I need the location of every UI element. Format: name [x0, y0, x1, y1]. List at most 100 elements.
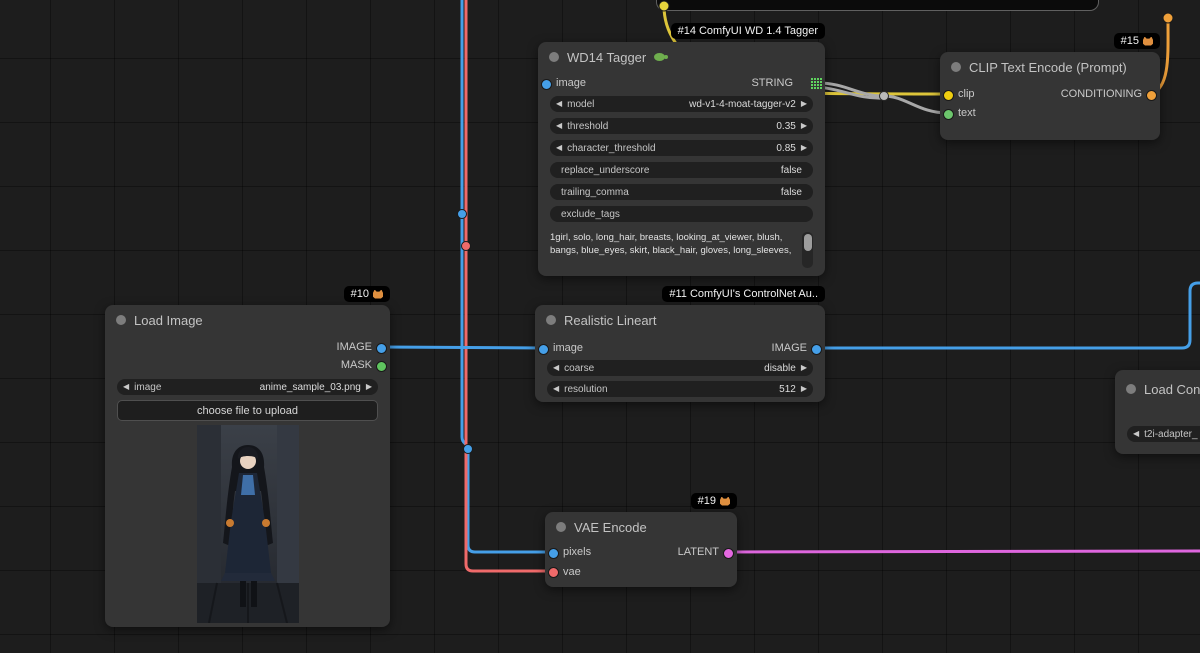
port-row: clip CONDITIONING	[940, 84, 1160, 104]
collapse-dot-icon[interactable]	[116, 315, 126, 325]
widget-value: t2i-adapter_	[1144, 428, 1198, 440]
wire-string-to-text	[883, 94, 949, 115]
output-slot-image[interactable]	[811, 343, 822, 355]
input-slot-vae[interactable]	[548, 567, 559, 578]
arrow-right-icon[interactable]: ▶	[801, 100, 807, 108]
widget-label: image	[134, 381, 162, 393]
scrollbar[interactable]	[802, 232, 813, 268]
badge-text: #14 ComfyUI WD 1.4 Tagger	[677, 25, 818, 37]
arrow-right-icon[interactable]: ▶	[801, 364, 807, 372]
output-label: MASK	[340, 359, 372, 371]
node-badge: #10	[343, 286, 390, 302]
output-label: STRING	[751, 77, 793, 89]
widget-label: trailing_comma	[561, 186, 629, 198]
arrow-left-icon[interactable]: ◀	[553, 385, 559, 393]
widget-value: false	[780, 186, 802, 198]
widget-value: 512	[779, 383, 796, 395]
input-slot-pixels[interactable]	[548, 547, 559, 559]
collapse-dot-icon[interactable]	[549, 52, 559, 62]
output-label: LATENT	[677, 546, 719, 558]
port-row: MASK	[105, 356, 390, 374]
arrow-right-icon[interactable]: ▶	[366, 383, 372, 391]
widget-value: anime_sample_03.png	[259, 381, 361, 393]
node-graph-canvas[interactable]: #14 ComfyUI WD 1.4 Tagger WD14 Tagger im…	[0, 0, 1200, 653]
input-label: image	[556, 77, 586, 89]
wire-loadimage-to-lineart	[382, 345, 544, 350]
widget-value: disable	[764, 362, 796, 374]
node-header[interactable]: Realistic Lineart	[535, 305, 825, 335]
widget-character-threshold[interactable]: ◀ character_threshold 0.85 ▶	[550, 140, 813, 156]
output-label: IMAGE	[336, 341, 372, 353]
offscreen-node-bottom[interactable]	[656, 0, 1099, 11]
output-slot-image[interactable]	[376, 342, 387, 354]
node-load-image[interactable]: #10 Load Image IMAGE MASK ◀ image anime_…	[105, 286, 390, 627]
port-row: image STRING	[538, 72, 825, 94]
arrow-left-icon[interactable]: ◀	[553, 364, 559, 372]
collapse-dot-icon[interactable]	[951, 62, 961, 72]
badge-text: #10	[350, 288, 369, 300]
widget-value: 0.85	[776, 142, 796, 154]
node-clip-text-encode[interactable]: #15 CLIP Text Encode (Prompt) clip CONDI…	[940, 33, 1160, 140]
output-slot-latent[interactable]	[723, 547, 734, 559]
collapse-dot-icon[interactable]	[1126, 384, 1136, 394]
node-header[interactable]: VAE Encode	[545, 512, 737, 542]
node-title: VAE Encode	[574, 519, 647, 535]
widget-replace-underscore[interactable]: replace_underscore false	[550, 162, 813, 178]
input-slot-clip[interactable]	[943, 89, 954, 101]
arrow-left-icon[interactable]: ◀	[123, 383, 129, 391]
node-realistic-lineart[interactable]: #11 ComfyUI's ControlNet Au.. Realistic …	[535, 286, 825, 402]
badge-text: #19	[697, 495, 716, 507]
output-slot-conditioning[interactable]	[1146, 89, 1157, 101]
arrow-left-icon[interactable]: ◀	[556, 100, 562, 108]
widget-coarse[interactable]: ◀ coarse disable ▶	[547, 360, 813, 376]
anime-image-placeholder	[196, 425, 299, 624]
node-header[interactable]: WD14 Tagger	[538, 42, 825, 72]
widget-exclude-tags[interactable]: exclude_tags	[550, 206, 813, 222]
input-label: text	[958, 107, 976, 119]
node-header[interactable]: Load Cont	[1115, 370, 1200, 404]
collapse-dot-icon[interactable]	[556, 522, 566, 532]
tags-output-text: 1girl, solo, long_hair, breasts, looking…	[550, 232, 813, 268]
widget-trailing-comma[interactable]: trailing_comma false	[550, 184, 813, 200]
node-load-controlnet[interactable]: Load Cont ◀ t2i-adapter_	[1115, 370, 1200, 454]
widget-value: wd-v1-4-moat-tagger-v2	[689, 98, 796, 110]
arrow-left-icon[interactable]: ◀	[556, 122, 562, 130]
widget-value: 0.35	[776, 120, 796, 132]
widget-label: threshold	[567, 120, 609, 132]
wire-latent	[729, 549, 1200, 554]
cat-icon	[720, 496, 730, 506]
arrow-right-icon[interactable]: ▶	[801, 385, 807, 393]
node-header[interactable]: CLIP Text Encode (Prompt)	[940, 52, 1160, 82]
widget-value: false	[780, 164, 802, 176]
collapse-dot-icon[interactable]	[546, 315, 556, 325]
string-grid-output-icon[interactable]	[811, 77, 822, 89]
node-header[interactable]: Load Image	[105, 305, 390, 335]
node-title: WD14 Tagger	[567, 49, 647, 65]
node-title: Load Cont	[1144, 381, 1200, 397]
turtle-icon	[654, 53, 669, 61]
choose-file-button[interactable]: choose file to upload	[117, 400, 378, 421]
output-slot-mask[interactable]	[376, 360, 387, 372]
widget-controlnet-model[interactable]: ◀ t2i-adapter_	[1127, 426, 1200, 442]
widget-image-file[interactable]: ◀ image anime_sample_03.png ▶	[117, 379, 378, 395]
node-badge: #14 ComfyUI WD 1.4 Tagger	[670, 23, 825, 39]
input-label: image	[553, 342, 583, 354]
scrollbar-thumb[interactable]	[803, 234, 812, 251]
input-slot-image[interactable]	[538, 343, 549, 355]
input-slot-text[interactable]	[943, 108, 954, 120]
input-slot-image[interactable]	[541, 78, 552, 90]
arrow-left-icon[interactable]: ◀	[556, 144, 562, 152]
node-vae-encode[interactable]: #19 VAE Encode pixels LATENT vae	[545, 493, 737, 587]
node-title: Realistic Lineart	[564, 312, 657, 328]
widget-threshold[interactable]: ◀ threshold 0.35 ▶	[550, 118, 813, 134]
output-label: IMAGE	[771, 342, 807, 354]
arrow-right-icon[interactable]: ▶	[801, 144, 807, 152]
arrow-left-icon[interactable]: ◀	[1133, 430, 1139, 438]
tags-text: 1girl, solo, long_hair, breasts, looking…	[550, 232, 792, 256]
widget-label: resolution	[564, 383, 608, 395]
widget-resolution[interactable]: ◀ resolution 512 ▶	[547, 381, 813, 397]
arrow-right-icon[interactable]: ▶	[801, 122, 807, 130]
widget-model[interactable]: ◀ model wd-v1-4-moat-tagger-v2 ▶	[550, 96, 813, 112]
widget-label: model	[567, 98, 595, 110]
node-wd14-tagger[interactable]: #14 ComfyUI WD 1.4 Tagger WD14 Tagger im…	[538, 23, 825, 276]
